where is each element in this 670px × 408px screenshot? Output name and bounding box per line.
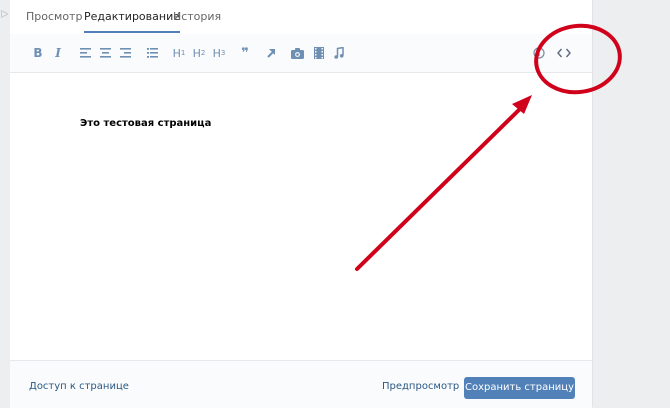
align-left-icon[interactable] [79,44,91,62]
page-access-link[interactable]: Доступ к странице [29,381,129,392]
align-center-icon[interactable] [99,44,111,62]
tab-history[interactable]: История [173,0,221,33]
bulleted-list-icon[interactable] [146,44,158,62]
heading-2-level: 2 [200,49,206,57]
left-strip: ᐅ [0,0,10,407]
heading-1-button[interactable]: H1 [172,44,186,62]
audio-note-icon[interactable] [333,44,345,62]
video-film-icon[interactable] [313,44,325,62]
photo-camera-icon[interactable] [290,44,304,62]
preview-link[interactable]: Предпросмотр [382,381,459,392]
editor-content[interactable]: Это тестовая страница [80,118,211,129]
heading-3-level: 3 [220,49,226,57]
left-edge-mark: ᐅ [0,8,9,21]
heading-2-button[interactable]: H2 [192,44,206,62]
wiki-editor-card: Просмотр Редактирование История B I H1 H… [10,0,593,408]
italic-button[interactable]: I [52,44,64,62]
tab-bar: Просмотр Редактирование История [10,0,592,35]
link-arrow-icon[interactable] [265,44,277,62]
heading-3-letter: H [212,46,221,60]
heading-3-button[interactable]: H3 [212,44,226,62]
editor-toolbar: B I H1 H2 H3 ❞ [10,34,592,73]
save-page-button[interactable]: Сохранить страницу [464,377,575,399]
info-icon[interactable] [532,44,546,62]
heading-1-level: 1 [180,49,186,57]
bold-button[interactable]: B [32,44,44,62]
tab-view[interactable]: Просмотр [26,0,82,33]
quote-button[interactable]: ❞ [239,44,251,62]
heading-2-letter: H [192,46,201,60]
tab-edit[interactable]: Редактирование [84,0,180,33]
align-right-icon[interactable] [119,44,131,62]
editor-footer: Доступ к странице Предпросмотр Сохранить… [10,360,592,408]
heading-1-letter: H [172,46,181,60]
source-code-icon[interactable] [556,44,572,62]
